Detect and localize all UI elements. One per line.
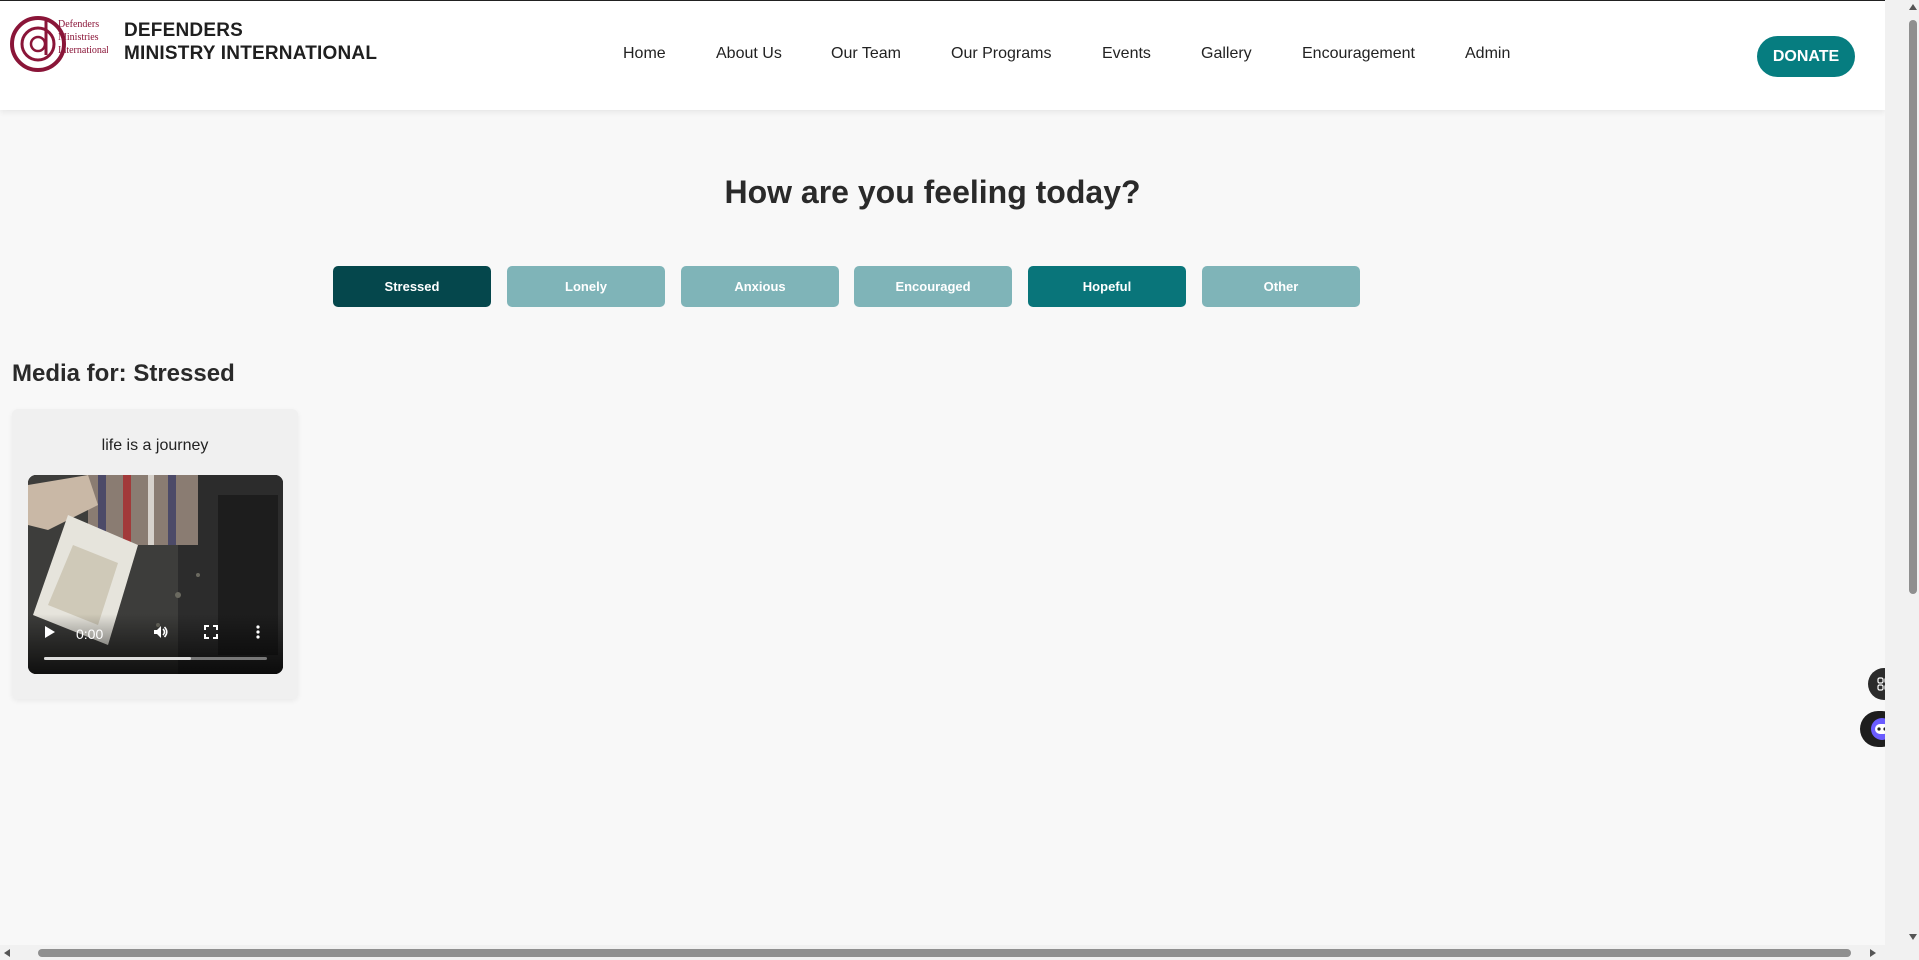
nav-gallery[interactable]: Gallery (1201, 45, 1252, 63)
play-icon[interactable] (44, 625, 56, 642)
vertical-scrollbar[interactable] (1885, 0, 1919, 945)
mood-button-other[interactable]: Other (1202, 266, 1360, 307)
mood-button-anxious[interactable]: Anxious (681, 266, 839, 307)
nav-about-us[interactable]: About Us (716, 45, 782, 63)
video-time: 0:00 (76, 626, 104, 642)
nav-events[interactable]: Events (1102, 45, 1151, 63)
mood-button-encouraged[interactable]: Encouraged (854, 266, 1012, 307)
site-header: Defenders Ministries International DEFEN… (0, 1, 1885, 110)
horizontal-scrollbar[interactable] (0, 945, 1919, 960)
nav-our-team[interactable]: Our Team (831, 45, 901, 63)
nav-our-programs[interactable]: Our Programs (951, 45, 1051, 63)
fullscreen-icon[interactable] (204, 625, 218, 642)
media-card: life is a journey 0:00 (12, 409, 298, 699)
video-controls (28, 614, 283, 674)
nav-home[interactable]: Home (623, 45, 666, 63)
scroll-right-icon[interactable] (1870, 949, 1876, 957)
more-options-icon[interactable] (256, 625, 260, 642)
mood-button-lonely[interactable]: Lonely (507, 266, 665, 307)
horizontal-scroll-thumb[interactable] (38, 949, 1851, 957)
mood-button-stressed[interactable]: Stressed (333, 266, 491, 307)
video-player[interactable]: 0:00 (28, 475, 283, 674)
video-progress-fill (44, 657, 192, 660)
nav-admin[interactable]: Admin (1465, 45, 1510, 63)
scroll-down-icon[interactable] (1909, 934, 1917, 940)
vertical-scroll-thumb[interactable] (1909, 20, 1917, 594)
video-progress-bar[interactable] (44, 657, 267, 660)
media-card-title: life is a journey (101, 437, 209, 454)
mood-button-hopeful[interactable]: Hopeful (1028, 266, 1186, 307)
nav-encouragement[interactable]: Encouragement (1302, 45, 1415, 63)
main-nav: Home About Us Our Team Our Programs Even… (0, 1, 1885, 110)
media-section-title: Media for: Stressed (12, 360, 235, 387)
scroll-left-icon[interactable] (4, 949, 10, 957)
volume-icon[interactable] (153, 625, 169, 642)
scroll-up-icon[interactable] (1909, 4, 1917, 10)
page-title: How are you feeling today? (724, 174, 1141, 210)
donate-button[interactable]: DONATE (1757, 36, 1855, 77)
